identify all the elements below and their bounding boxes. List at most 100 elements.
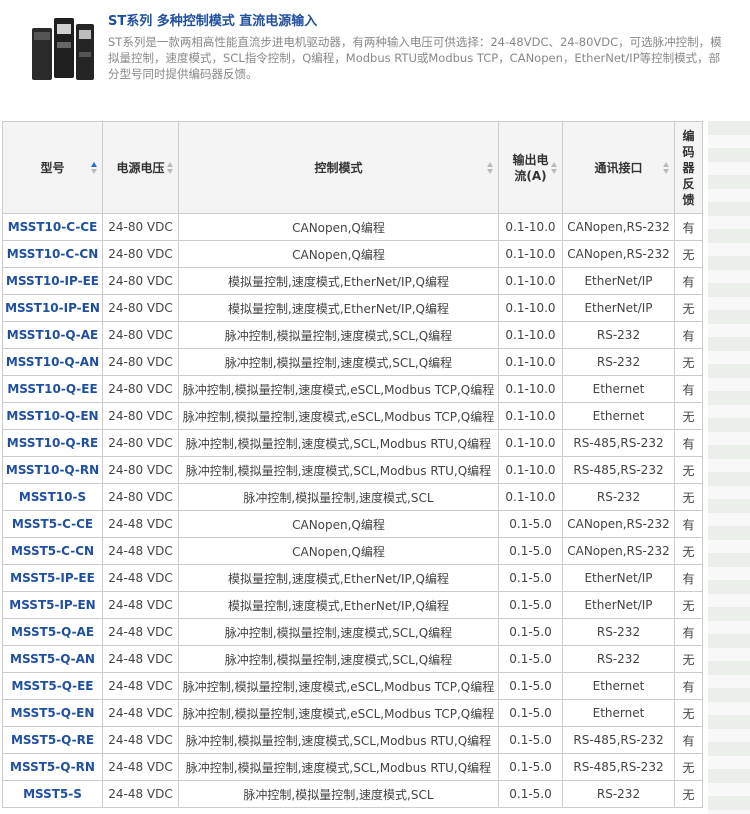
current-cell: 0.1-10.0 [498,321,563,349]
table-row[interactable]: MSST5-C-CE 24-48 VDC CANopen,Q编程 0.1-5.0 CAN… [2,510,703,538]
model-cell[interactable]: MSST5-IP-EE [2,564,103,592]
table-row[interactable]: MSST5-Q-AN 24-48 VDC 脉冲控制,模拟量控制,速度模式,SCL,Q… [2,645,703,673]
model-cell[interactable]: MSST5-Q-EN [2,699,103,727]
encoder-cell: 有 [674,429,703,457]
column-header-interface[interactable]: 通讯接口 [562,121,675,214]
table-row[interactable]: MSST5-Q-EN 24-48 VDC 脉冲控制,模拟量控制,速度模式,eSCL,… [2,699,703,727]
voltage-cell: 24-48 VDC [102,591,179,619]
interface-cell: CANopen,RS-232 [562,240,675,268]
voltage-cell: 24-80 VDC [102,402,179,430]
model-cell[interactable]: MSST5-Q-AN [2,645,103,673]
table-row[interactable]: MSST5-Q-RE 24-48 VDC 脉冲控制,模拟量控制,速度模式,SCL,M… [2,726,703,754]
sort-arrows-icon[interactable] [551,160,558,176]
encoder-cell: 无 [674,780,703,808]
table-row[interactable]: MSST10-Q-RE 24-80 VDC 脉冲控制,模拟量控制,速度模式,SCL,… [2,429,703,457]
table-row[interactable]: MSST10-IP-EN 24-80 VDC 模拟量控制,速度模式,EtherNet… [2,294,703,322]
model-cell[interactable]: MSST10-Q-AE [2,321,103,349]
model-cell[interactable]: MSST10-Q-RN [2,456,103,484]
table-row[interactable]: MSST5-Q-EE 24-48 VDC 脉冲控制,模拟量控制,速度模式,eSCL,… [2,672,703,700]
table-row[interactable]: MSST10-Q-AE 24-80 VDC 脉冲控制,模拟量控制,速度模式,SCL,… [2,321,703,349]
interface-cell: RS-485,RS-232 [562,753,675,781]
model-cell[interactable]: MSST5-C-CN [2,537,103,565]
interface-cell: RS-232 [562,780,675,808]
model-cell[interactable]: MSST10-C-CE [2,213,103,241]
control-mode-cell: CANopen,Q编程 [178,213,499,241]
table-row[interactable]: MSST10-C-CE 24-80 VDC CANopen,Q编程 0.1-10.0 C… [2,213,703,241]
table-row[interactable]: MSST10-Q-RN 24-80 VDC 脉冲控制,模拟量控制,速度模式,SCL,… [2,456,703,484]
encoder-cell: 无 [674,348,703,376]
sort-arrows-icon[interactable] [487,160,494,176]
interface-cell: EtherNet/IP [562,294,675,322]
column-header-label: 电源电压 [116,160,165,175]
model-cell[interactable]: MSST10-Q-EE [2,375,103,403]
sort-arrows-icon[interactable] [167,160,174,176]
column-header-label: 通讯接口 [594,160,643,175]
model-cell[interactable]: MSST10-C-CN [2,240,103,268]
current-cell: 0.1-5.0 [498,591,563,619]
encoder-cell: 有 [674,375,703,403]
current-cell: 0.1-5.0 [498,564,563,592]
table-row[interactable]: MSST5-Q-AE 24-48 VDC 脉冲控制,模拟量控制,速度模式,SCL,Q… [2,618,703,646]
table-row[interactable]: MSST10-IP-EE 24-80 VDC 模拟量控制,速度模式,EtherNet… [2,267,703,295]
model-cell[interactable]: MSST10-Q-AN [2,348,103,376]
sort-arrows-icon[interactable] [663,160,670,176]
column-header-encoder[interactable]: 编码器反馈 [674,121,703,214]
current-cell: 0.1-10.0 [498,213,563,241]
voltage-cell: 24-80 VDC [102,213,179,241]
voltage-cell: 24-48 VDC [102,672,179,700]
table-row[interactable]: MSST5-IP-EE 24-48 VDC 模拟量控制,速度模式,EtherNet/… [2,564,703,592]
voltage-cell: 24-48 VDC [102,564,179,592]
voltage-cell: 24-80 VDC [102,240,179,268]
table-row[interactable]: MSST10-Q-EN 24-80 VDC 脉冲控制,模拟量控制,速度模式,eSCL… [2,402,703,430]
table-header-row: 型号 电源电压 控制模式 输出电流(A) 通讯接口 编码器反馈 [2,121,703,214]
encoder-cell: 有 [674,618,703,646]
column-header-label: 输出电流(A) [512,152,549,183]
table-row[interactable]: MSST10-C-CN 24-80 VDC CANopen,Q编程 0.1-10.0 C… [2,240,703,268]
interface-cell: RS-485,RS-232 [562,429,675,457]
column-header-output-current[interactable]: 输出电流(A) [498,121,563,214]
table-row[interactable]: MSST10-S 24-80 VDC 脉冲控制,模拟量控制,速度模式,SCL 0.1-… [2,483,703,511]
control-mode-cell: 模拟量控制,速度模式,EtherNet/IP,Q编程 [178,564,499,592]
current-cell: 0.1-10.0 [498,240,563,268]
encoder-cell: 无 [674,753,703,781]
model-cell[interactable]: MSST10-IP-EE [2,267,103,295]
model-cell[interactable]: MSST10-Q-RE [2,429,103,457]
interface-cell: Ethernet [562,402,675,430]
current-cell: 0.1-10.0 [498,294,563,322]
table-row[interactable]: MSST10-Q-EE 24-80 VDC 脉冲控制,模拟量控制,速度模式,eSCL… [2,375,703,403]
table-row[interactable]: MSST5-S 24-48 VDC 脉冲控制,模拟量控制,速度模式,SCL 0.1-5… [2,780,703,808]
model-cell[interactable]: MSST10-Q-EN [2,402,103,430]
model-cell[interactable]: MSST5-Q-RE [2,726,103,754]
column-header-model[interactable]: 型号 [2,121,103,214]
current-cell: 0.1-5.0 [498,645,563,673]
interface-cell: RS-485,RS-232 [562,726,675,754]
current-cell: 0.1-5.0 [498,780,563,808]
control-mode-cell: CANopen,Q编程 [178,537,499,565]
sort-arrows-icon[interactable] [91,160,98,176]
interface-cell: EtherNet/IP [562,591,675,619]
interface-cell: RS-485,RS-232 [562,456,675,484]
model-cell[interactable]: MSST10-IP-EN [2,294,103,322]
voltage-cell: 24-48 VDC [102,537,179,565]
voltage-cell: 24-80 VDC [102,375,179,403]
current-cell: 0.1-10.0 [498,348,563,376]
model-cell[interactable]: MSST5-C-CE [2,510,103,538]
model-cell[interactable]: MSST5-Q-RN [2,753,103,781]
model-cell[interactable]: MSST5-Q-AE [2,618,103,646]
encoder-cell: 无 [674,645,703,673]
model-cell[interactable]: MSST5-IP-EN [2,591,103,619]
encoder-cell: 无 [674,240,703,268]
column-header-control-mode[interactable]: 控制模式 [178,121,499,214]
column-header-voltage[interactable]: 电源电压 [102,121,179,214]
interface-cell: RS-232 [562,618,675,646]
table-row[interactable]: MSST5-C-CN 24-48 VDC CANopen,Q编程 0.1-5.0 CAN… [2,537,703,565]
model-cell[interactable]: MSST5-S [2,780,103,808]
table-row[interactable]: MSST5-IP-EN 24-48 VDC 模拟量控制,速度模式,EtherNet/… [2,591,703,619]
encoder-cell: 无 [674,456,703,484]
current-cell: 0.1-10.0 [498,402,563,430]
model-cell[interactable]: MSST10-S [2,483,103,511]
table-row[interactable]: MSST10-Q-AN 24-80 VDC 脉冲控制,模拟量控制,速度模式,SCL,… [2,348,703,376]
model-cell[interactable]: MSST5-Q-EE [2,672,103,700]
table-row[interactable]: MSST5-Q-RN 24-48 VDC 脉冲控制,模拟量控制,速度模式,SCL,M… [2,753,703,781]
interface-cell: RS-232 [562,483,675,511]
